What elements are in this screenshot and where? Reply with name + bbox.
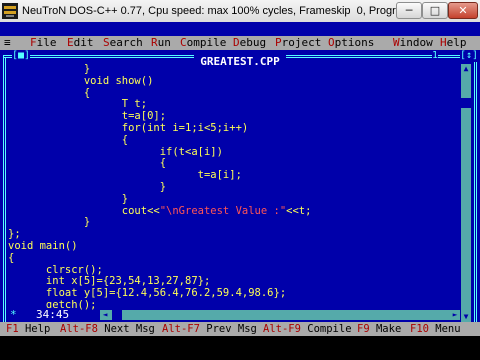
maximize-button[interactable]: □ [422, 2, 448, 19]
status-next-msg[interactable]: Alt-F8 Next Msg [60, 322, 155, 336]
menu-debug[interactable]: Debug [233, 36, 266, 50]
status-menu[interactable]: F10 Menu [410, 322, 461, 336]
minimize-button[interactable]: ─ [396, 2, 422, 19]
dos-screen-border [0, 336, 480, 360]
frame-left-outer [3, 55, 4, 327]
vertical-scroll-thumb[interactable] [461, 98, 471, 108]
horizontal-scrollbar[interactable]: ◄ ► [100, 310, 460, 320]
menu-bar: ≡ File Edit Search Run Compile Debug Pro… [0, 36, 480, 50]
vertical-scrollbar[interactable]: ▲ ▼ [461, 64, 471, 322]
editor-title: GREATEST.CPP [0, 50, 480, 68]
menu-options[interactable]: Options [328, 36, 374, 50]
menu-compile[interactable]: Compile [180, 36, 226, 50]
close-button[interactable]: ✕ [448, 2, 478, 19]
menu-help[interactable]: Help [440, 36, 467, 50]
scroll-right-arrow-icon[interactable]: ► [450, 310, 460, 320]
menu-edit[interactable]: Edit [67, 36, 94, 50]
editor-window[interactable]: [■] GREATEST.CPP 1 [↕] } void show() { T… [0, 50, 480, 328]
menu-window[interactable]: Window [393, 36, 433, 50]
horizontal-scroll-thumb[interactable] [112, 310, 122, 320]
status-make[interactable]: F9 Make [357, 322, 401, 336]
window-title: NeuTroN DOS-C++ 0.77, Cpu speed: max 100… [22, 5, 444, 17]
window-title-bar[interactable]: NeuTroN DOS-C++ 0.77, Cpu speed: max 100… [0, 0, 480, 23]
status-bar: F1 Help Alt-F8 Next Msg Alt-F7 Prev Msg … [0, 322, 480, 336]
frame-right-inner [474, 57, 475, 325]
editor-zoom-box[interactable]: [↕] [460, 50, 479, 62]
code-area[interactable]: } void show() { T t; t=a[0]; for(int i=1… [8, 64, 458, 322]
menu-run[interactable]: Run [151, 36, 171, 50]
dos-screen: ≡ File Edit Search Run Compile Debug Pro… [0, 22, 480, 360]
code-line[interactable]: void main() [8, 240, 458, 253]
status-prev-msg[interactable]: Alt-F7 Prev Msg [162, 322, 257, 336]
frame-right-outer [476, 55, 477, 327]
menu-file[interactable]: File [30, 36, 57, 50]
menu-project[interactable]: Project [275, 36, 321, 50]
status-help[interactable]: F1 Help [6, 322, 50, 336]
cursor-position: 34:45 [32, 308, 74, 322]
scroll-down-arrow-icon[interactable]: ▼ [461, 312, 471, 322]
modified-indicator: * [10, 308, 17, 322]
menu-search[interactable]: Search [103, 36, 143, 50]
status-compile[interactable]: Alt-F9 Compile [263, 322, 352, 336]
system-menu[interactable]: ≡ [4, 36, 11, 50]
frame-left-inner [5, 57, 6, 325]
code-line[interactable]: } [8, 216, 458, 229]
editor-window-number: 1 [432, 50, 439, 62]
dosbox-app-icon [2, 3, 18, 19]
scroll-up-arrow-icon[interactable]: ▲ [461, 64, 471, 74]
scroll-left-arrow-icon[interactable]: ◄ [100, 310, 110, 320]
string-literal: "\nGreatest Value :" [159, 204, 287, 217]
